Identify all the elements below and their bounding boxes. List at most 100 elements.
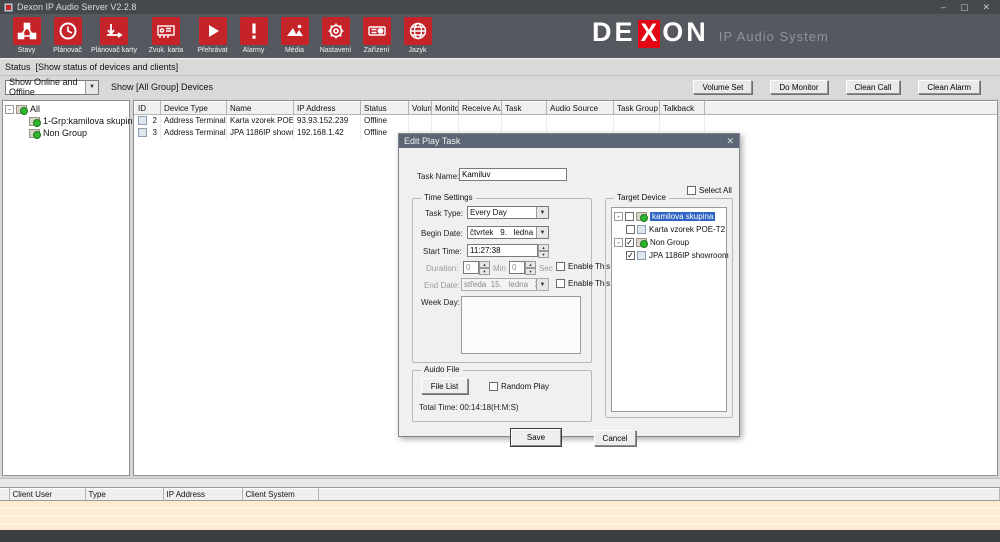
clean-alarm-button[interactable]: Clean Alarm — [918, 80, 980, 94]
toolbar-button-jazyk[interactable]: Jazyk — [397, 17, 438, 54]
duration-sec-spinner[interactable]: ▲▼ — [525, 261, 536, 274]
toolbar-label: Přehrávat — [197, 47, 227, 54]
task-name-input[interactable] — [459, 168, 567, 181]
col-header-volume[interactable]: Volume — [409, 102, 432, 115]
duration-label: Duration: — [426, 264, 458, 273]
chevron-down-icon[interactable]: ▼ — [536, 207, 548, 218]
close-button[interactable]: ✕ — [982, 0, 990, 14]
dialog-title: Edit Play Task — [404, 136, 460, 146]
device-icon — [363, 17, 391, 45]
cancel-button[interactable]: Cancel — [594, 430, 636, 446]
checkbox-icon[interactable] — [556, 279, 565, 288]
client-col-gutter — [0, 489, 9, 501]
toolbar-button-stavy[interactable]: Stavy — [6, 17, 47, 54]
volume-set-button[interactable]: Volume Set — [693, 80, 752, 94]
tree-expander-icon[interactable]: - — [614, 212, 623, 221]
end-date-enable-checkbox[interactable]: Enable This — [556, 279, 610, 288]
table-row[interactable]: 2 Address Terminal Karta vzorek POE-T2 9… — [135, 115, 999, 127]
minimize-button[interactable]: – — [941, 0, 946, 14]
toolbar-button-nastaveni[interactable]: Nastavení — [315, 17, 356, 54]
group-tree-panel: - All 1-Grp:kamilova skupina Non Group — [2, 100, 130, 476]
checkbox-icon[interactable] — [556, 262, 565, 271]
tree-item-device[interactable]: Karta vzorek POE-T2 — [614, 223, 724, 236]
checkbox-icon[interactable] — [626, 225, 635, 234]
client-col-type[interactable]: Type — [85, 489, 163, 501]
dialog-close-icon[interactable]: ✕ — [726, 136, 734, 147]
dialog-title-bar[interactable]: Edit Play Task ✕ — [399, 134, 739, 148]
target-device-tree[interactable]: - kamilova skupina Karta vzorek POE-T2 -… — [611, 207, 727, 412]
logo-tagline: IP Audio System — [719, 29, 829, 44]
checkbox-icon[interactable] — [489, 382, 498, 391]
download-icon — [100, 17, 128, 45]
device-table-header: ID Device Type Name IP Address Status Vo… — [135, 102, 999, 115]
end-date-label: End Date: — [424, 281, 460, 290]
start-time-input[interactable] — [467, 244, 538, 257]
duration-sec-input[interactable] — [509, 261, 525, 274]
checkbox-icon[interactable]: ✓ — [625, 238, 634, 247]
do-monitor-button[interactable]: Do Monitor — [770, 80, 827, 94]
file-list-button[interactable]: File List — [421, 378, 468, 394]
col-header-filler — [705, 102, 999, 115]
tree-item-group[interactable]: - ✓ Non Group — [614, 236, 724, 249]
client-col-system[interactable]: Client System — [242, 489, 318, 501]
col-header-name[interactable]: Name — [227, 102, 294, 115]
toolbar-button-zarizeni[interactable]: Zařízení — [356, 17, 397, 54]
end-date-dropdown[interactable]: středa 15. ledna 20 ▼ — [461, 278, 549, 291]
tree-item-non-group[interactable]: Non Group — [5, 127, 127, 139]
random-play-checkbox[interactable]: Random Play — [489, 382, 549, 391]
tree-item-label: Karta vzorek POE-T2 — [649, 225, 725, 234]
toolbar-button-alarmy[interactable]: Alarmy — [233, 17, 274, 54]
col-header-ip[interactable]: IP Address — [294, 102, 361, 115]
col-header-receive-audio[interactable]: Receive Audio — [459, 102, 502, 115]
week-day-listbox[interactable] — [461, 296, 581, 354]
col-header-talkback[interactable]: Talkback — [660, 102, 705, 115]
duration-min-spinner[interactable]: ▲▼ — [479, 261, 490, 274]
window-title: Dexon IP Audio Server V2.2.8 — [17, 2, 136, 12]
chevron-down-icon[interactable]: ▼ — [536, 227, 548, 238]
client-col-ip[interactable]: IP Address — [163, 489, 242, 501]
col-header-id[interactable]: ID — [135, 102, 161, 115]
toolbar-button-prehravat[interactable]: Přehrávat — [192, 17, 233, 54]
toolbar-label: Plánovač — [53, 47, 82, 54]
tree-item-device[interactable]: ✓ JPA 1186IP showroom — [614, 249, 724, 262]
tree-item-label: All — [30, 104, 40, 114]
clean-call-button[interactable]: Clean Call — [846, 80, 901, 94]
col-header-task[interactable]: Task — [502, 102, 547, 115]
toolbar-button-planovac[interactable]: Plánovač — [47, 17, 88, 54]
panel-splitter[interactable] — [0, 478, 1000, 487]
tree-item-label: Non Group — [43, 128, 87, 138]
checkbox-icon[interactable] — [687, 186, 696, 195]
col-header-monitor[interactable]: Monitor — [432, 102, 459, 115]
begin-date-dropdown[interactable]: čtvrtek 9. ledna 20 ▼ — [467, 226, 549, 239]
chevron-down-icon[interactable]: ▼ — [536, 279, 548, 290]
col-header-audio-source[interactable]: Audio Source — [547, 102, 614, 115]
client-col-user[interactable]: Client User — [9, 489, 85, 501]
task-type-dropdown[interactable]: Every Day ▼ — [467, 206, 549, 219]
devices-scope-label: Show [All Group] Devices — [111, 82, 213, 92]
col-header-status[interactable]: Status — [361, 102, 409, 115]
select-all-checkbox[interactable]: Select All — [687, 186, 732, 195]
tree-item-all[interactable]: - All — [5, 103, 127, 115]
tree-item-group-1[interactable]: 1-Grp:kamilova skupina — [5, 115, 127, 127]
toolbar-button-media[interactable]: Média — [274, 17, 315, 54]
checkbox-icon[interactable]: ✓ — [626, 251, 635, 260]
maximize-button[interactable]: ▢ — [960, 0, 969, 14]
start-time-spinner[interactable]: ▲▼ — [538, 244, 549, 257]
col-header-device-type[interactable]: Device Type — [161, 102, 227, 115]
chevron-down-icon[interactable]: ▼ — [85, 81, 98, 94]
tree-expander-icon[interactable]: - — [5, 105, 14, 114]
online-filter-dropdown[interactable]: Show Online and Offline ▼ — [5, 80, 99, 95]
tree-expander-icon[interactable]: - — [614, 238, 623, 247]
duration-enable-checkbox[interactable]: Enable This — [556, 262, 610, 271]
col-header-task-group[interactable]: Task Group — [614, 102, 660, 115]
toolbar-button-zvuk-karta[interactable]: Zvuk. karta — [140, 17, 192, 54]
gear-icon — [322, 17, 350, 45]
tree-item-group[interactable]: - kamilova skupina — [614, 210, 724, 223]
globe-icon — [404, 17, 432, 45]
group-folder-icon — [636, 238, 647, 247]
toolbar-button-planovac-karty[interactable]: Plánovač karty — [88, 17, 140, 54]
save-button[interactable]: Save — [511, 429, 561, 446]
play-icon — [199, 17, 227, 45]
checkbox-icon[interactable] — [625, 212, 634, 221]
duration-min-input[interactable] — [463, 261, 479, 274]
